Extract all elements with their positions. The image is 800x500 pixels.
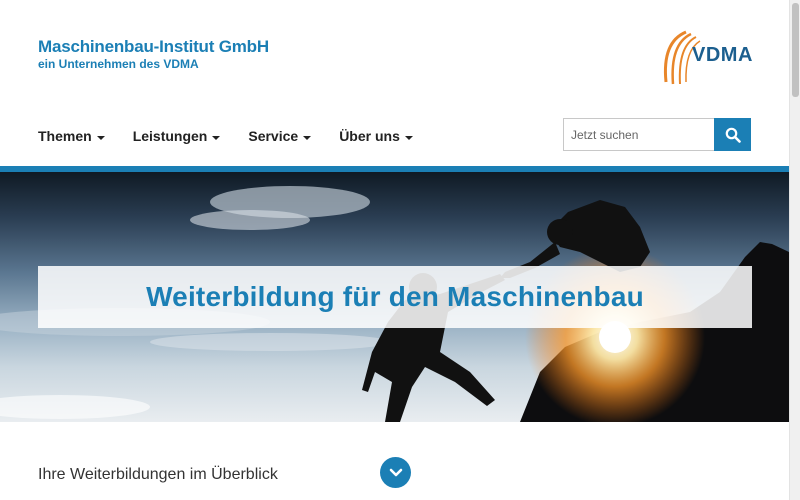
brand-name: Maschinenbau-Institut GmbH xyxy=(38,37,269,56)
search-input[interactable] xyxy=(563,118,714,151)
page-scrollbar[interactable] xyxy=(789,0,800,500)
caret-down-icon xyxy=(303,135,312,140)
hero-title-rest: für den Maschinenbau xyxy=(334,281,644,312)
scrollbar-thumb[interactable] xyxy=(792,3,799,97)
page: Maschinenbau-Institut GmbH ein Unternehm… xyxy=(0,0,789,500)
caret-down-icon xyxy=(96,135,105,140)
main-nav: Themen Leistungen Service Über uns xyxy=(38,128,441,144)
hero-banner: Weiterbildung für den Maschinenbau xyxy=(0,172,789,422)
overview-heading: Ihre Weiterbildungen im Überblick xyxy=(38,466,278,483)
caret-down-icon xyxy=(404,135,413,140)
nav-item-label: Leistungen xyxy=(132,128,208,144)
nav-item-service[interactable]: Service xyxy=(248,128,312,144)
scroll-down-button[interactable] xyxy=(380,457,411,488)
hero-title: Weiterbildung für den Maschinenbau xyxy=(146,281,644,313)
nav-item-leistungen[interactable]: Leistungen xyxy=(133,128,221,144)
hero-title-bold: Weiterbildung xyxy=(146,281,335,312)
hero-title-banner: Weiterbildung für den Maschinenbau xyxy=(38,266,752,328)
nav-item-label: Service xyxy=(248,128,299,144)
search-button[interactable] xyxy=(714,118,751,151)
logo-text: VDMA xyxy=(692,44,753,66)
brand-home-link[interactable]: Maschinenbau-Institut GmbH ein Unternehm… xyxy=(38,37,269,71)
search-bar xyxy=(563,118,751,151)
brand-tagline: ein Unternehmen des VDMA xyxy=(38,57,199,71)
nav-item-ueber-uns[interactable]: Über uns xyxy=(339,128,413,144)
search-icon xyxy=(725,127,741,143)
caret-down-icon xyxy=(212,135,221,140)
vdma-logo[interactable]: VDMA xyxy=(656,24,756,88)
nav-item-label: Themen xyxy=(38,128,92,144)
nav-item-label: Über uns xyxy=(339,128,400,144)
nav-item-themen[interactable]: Themen xyxy=(38,128,105,144)
chevron-down-icon xyxy=(389,468,402,476)
